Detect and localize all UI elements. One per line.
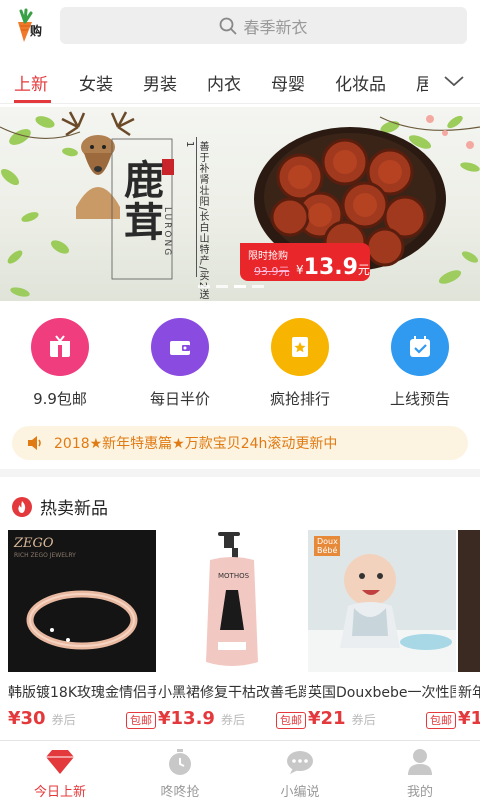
banner-title-en: LURONG [162,207,172,258]
announcement-text: 2018★新年特惠篇★万款宝贝24h滚动更新中 [54,436,338,452]
chevron-down-icon [444,76,464,87]
flame-icon [12,496,32,517]
promo-old-price: 93.9元 [254,265,290,278]
banner-dot[interactable] [216,285,228,288]
free-shipping-badge: 包邮 [126,712,156,729]
free-shipping-badge: 包邮 [426,712,456,729]
stopwatch-icon [120,747,240,777]
product-image: MOTHOS [158,530,306,672]
nav-today-new[interactable]: 今日上新 [0,747,120,800]
product-name: 韩版镀18K玫瑰金情侣手镯 [8,685,156,701]
coupon-label: 券后 [51,713,76,727]
nav-flash-sale[interactable]: 咚咚抢 [120,747,240,800]
banner-pagination [198,285,264,288]
product-price: ¥21 [308,708,346,729]
speaker-icon [28,436,41,450]
search-bar[interactable]: 春季新衣 [60,7,467,44]
banner-slogan: 善于补肾壮阳/长白山特产/买2送1 [184,141,208,301]
promo-price: ¥13.9元 [296,255,370,280]
category-label: 每日半价 [149,390,210,408]
product-name: 小黑裙修复干枯改善毛躁 [158,685,306,701]
category-half-price[interactable]: 每日半价 [120,318,240,409]
logo-text: 购 [30,24,43,38]
product-image [458,530,480,672]
nav-mine[interactable]: 我的 [360,747,480,800]
product-price: ¥1 [458,708,480,729]
announcement-bar[interactable]: 2018★新年特惠篇★万款宝贝24h滚动更新中 [12,426,468,460]
banner-dot[interactable] [198,285,210,288]
section-title: 热卖新品 [40,499,108,519]
calendar-check-icon [391,318,449,376]
product-image: Doux Bébé [308,530,456,672]
product-name: 新年 [458,685,480,701]
promo-label: 限时抢购 [248,251,288,262]
bottom-navigation: 今日上新 咚咚抢 小编说 我的 [0,740,480,800]
category-ranking[interactable]: 疯抢排行 [240,318,360,409]
tab-cosmetics[interactable]: 化妆品 [335,70,386,95]
top-bar: 购 春季新衣 [0,0,480,52]
product-card[interactable]: MOTHOS 小黑裙修复干枯改善毛躁 ¥13.9 券后 包邮 [158,530,306,729]
category-tabs: 上新 女装 男装 内衣 母婴 化妆品 居 [0,58,480,104]
wallet-icon [151,318,209,376]
tab-underline [14,100,51,103]
chat-bubble-icon [240,747,360,777]
section-divider [0,469,480,477]
user-icon [360,747,480,777]
search-icon [220,17,237,34]
coupon-label: 券后 [351,713,376,727]
category-shortcuts: 9.9包邮 每日半价 疯抢排行 上线预告 [0,306,480,418]
free-shipping-badge: 包邮 [276,712,306,729]
tab-new[interactable]: 上新 [14,70,48,95]
category-label: 疯抢排行 [269,390,330,408]
promo-banner[interactable]: 鹿茸 LURONG 善于补肾壮阳/长白山特产/买2送1 限时抢购 93.9元 ¥… [0,107,480,301]
search-placeholder: 春季新衣 [243,17,308,37]
section-header: 热卖新品 [12,494,108,519]
product-price: ¥30 [8,708,46,729]
nav-label: 今日上新 [33,785,86,800]
category-label: 9.9包邮 [33,390,87,408]
product-card[interactable]: Doux Bébé 英国Douxbebe一次性围兜 ¥21 券后 包邮 [308,530,456,729]
nav-label: 我的 [406,785,433,800]
product-card[interactable]: ZEGO RICH ZEGO JEWELRY 韩版镀18K玫瑰金情侣手镯 ¥30… [8,530,156,729]
product-price: ¥13.9 [158,708,215,729]
tab-men[interactable]: 男装 [143,70,177,95]
product-card[interactable]: 新年 ¥1 [458,530,480,729]
product-carousel: ZEGO RICH ZEGO JEWELRY 韩版镀18K玫瑰金情侣手镯 ¥30… [0,530,480,740]
product-image: ZEGO RICH ZEGO JEWELRY [8,530,156,672]
category-free-shipping[interactable]: 9.9包邮 [0,318,120,409]
banner-price-tag: 限时抢购 93.9元 ¥13.9元 [240,243,370,281]
tab-baby[interactable]: 母婴 [271,70,305,95]
brand-logo: MOTHOS [218,572,250,580]
nav-label: 咚咚抢 [160,785,200,800]
diamond-icon [0,747,120,777]
more-tabs-button[interactable] [428,58,480,103]
banner-dot-active[interactable] [234,285,246,288]
category-label: 上线预告 [389,390,450,408]
category-preview[interactable]: 上线预告 [360,318,480,409]
nav-label: 小编说 [280,785,320,800]
banner-title: 鹿茸 [117,159,164,243]
banner-dot[interactable] [252,285,264,288]
product-name: 英国Douxbebe一次性围兜 [308,685,456,701]
gift-box-icon [31,318,89,376]
star-card-icon [271,318,329,376]
tab-women[interactable]: 女装 [79,70,113,95]
tab-underwear[interactable]: 内衣 [207,70,241,95]
coupon-label: 券后 [220,713,245,727]
nav-editor-says[interactable]: 小编说 [240,747,360,800]
